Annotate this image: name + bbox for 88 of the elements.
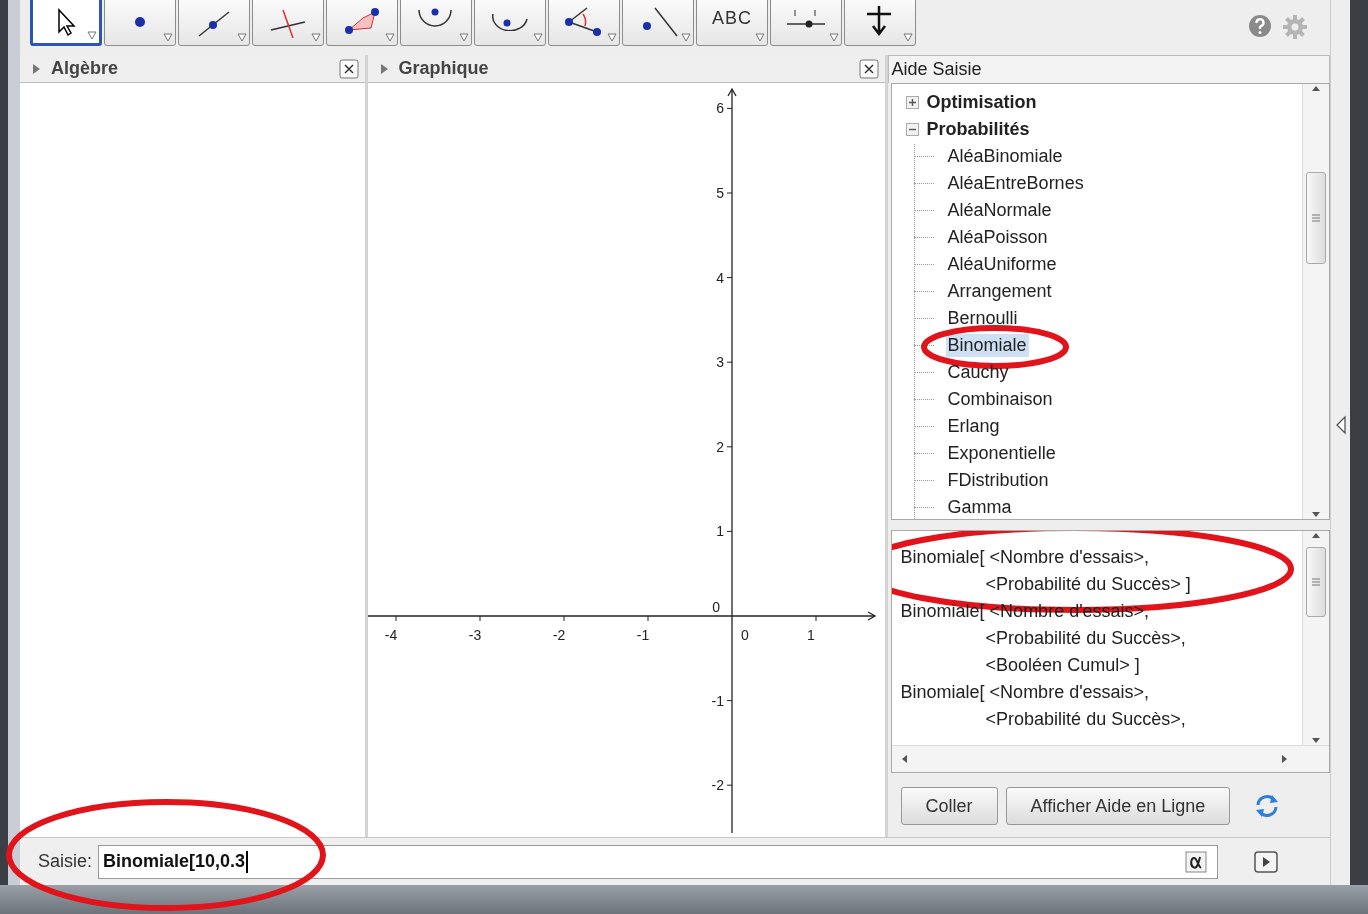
grip-icon xyxy=(1312,578,1320,586)
refresh-icon[interactable] xyxy=(1254,793,1281,819)
tool-button[interactable] xyxy=(30,0,102,46)
tree-item[interactable]: Gamma xyxy=(945,496,1014,519)
tick-label: -3 xyxy=(468,627,481,643)
ellipse-icon xyxy=(491,13,529,31)
tree-item[interactable]: AléaNormale xyxy=(945,199,1054,222)
tick-label: -4 xyxy=(384,627,397,643)
tick-label: 0 xyxy=(740,627,749,643)
scrollbar[interactable] xyxy=(1302,84,1329,519)
tree-item[interactable]: Cauchy xyxy=(945,361,1011,384)
tick-label: 1 xyxy=(715,523,724,540)
play-icon[interactable] xyxy=(1254,850,1279,873)
input-label: Saisie: xyxy=(38,851,93,872)
dropdown-triangle-icon xyxy=(311,33,321,42)
alpha-keyboard-icon[interactable] xyxy=(1185,850,1208,873)
tick-label: -2 xyxy=(552,627,565,643)
dropdown-triangle-icon xyxy=(607,33,617,42)
tick-label: 2 xyxy=(715,438,724,455)
help-icon[interactable] xyxy=(1248,14,1272,38)
tree-item[interactable]: Erlang xyxy=(945,415,1002,438)
tool-button[interactable] xyxy=(844,0,916,46)
input-field[interactable]: Binomiale[10,0.3 xyxy=(98,844,1219,879)
tree-item[interactable]: AléaPoisson xyxy=(945,226,1050,249)
help-button[interactable]: Coller xyxy=(900,787,998,825)
scrollbar[interactable] xyxy=(891,745,1329,772)
tree-category[interactable]: Optimisation xyxy=(922,92,1037,113)
text-cursor xyxy=(246,850,249,873)
tick-label: -1 xyxy=(636,627,649,643)
dropdown-triangle-icon xyxy=(385,33,395,42)
dropdown-triangle-icon xyxy=(87,31,97,40)
syntax-line: <Probabilité du Succès>, xyxy=(984,708,1186,731)
syntax-line: Binomiale[ <Nombre d'essais>, xyxy=(900,546,1151,569)
close-icon[interactable] xyxy=(338,58,359,79)
tree-item[interactable]: Arrangement xyxy=(945,280,1054,303)
tool-button[interactable] xyxy=(178,0,250,46)
dropdown-triangle-icon xyxy=(903,33,913,42)
scroll-right-icon[interactable] xyxy=(1281,754,1289,764)
dropdown-triangle-icon xyxy=(533,33,543,42)
panel-title: Graphique xyxy=(398,58,490,79)
collapse-triangle-icon[interactable] xyxy=(379,62,389,75)
tick-label: -1 xyxy=(711,692,724,709)
scroll-up-icon[interactable] xyxy=(1311,531,1321,539)
tick-label: 5 xyxy=(715,185,724,201)
scroll-down-icon[interactable] xyxy=(1311,511,1321,519)
tick-label: 3 xyxy=(715,354,724,371)
collapse-icon[interactable] xyxy=(905,123,919,136)
tree-item[interactable]: Binomiale xyxy=(945,334,1029,357)
tool-button[interactable] xyxy=(474,0,546,46)
tool-button[interactable] xyxy=(622,0,694,46)
tick-label: -2 xyxy=(711,777,724,794)
tick-label: 4 xyxy=(715,269,724,286)
syntax-line: <Probabilité du Succès> ] xyxy=(984,573,1191,596)
syntax-line: Binomiale[ <Nombre d'essais>, xyxy=(900,681,1151,704)
dropdown-triangle-icon xyxy=(163,33,173,42)
tree-item[interactable]: AléaUniforme xyxy=(945,253,1059,276)
tool-button[interactable] xyxy=(400,0,472,46)
close-icon[interactable] xyxy=(858,58,879,79)
tool-button[interactable] xyxy=(326,0,398,46)
tick-label: 6 xyxy=(715,100,724,117)
tick-label: 1 xyxy=(806,627,815,643)
collapse-triangle-icon[interactable] xyxy=(32,62,41,75)
point-icon xyxy=(134,16,146,28)
help-button[interactable]: Afficher Aide en Ligne xyxy=(1005,787,1231,825)
dropdown-triangle-icon xyxy=(829,33,839,42)
grip-icon xyxy=(1312,214,1320,222)
dropdown-triangle-icon xyxy=(681,33,691,42)
tree-item[interactable]: Combinaison xyxy=(945,388,1055,411)
tree-item[interactable]: Bernoulli xyxy=(945,307,1020,330)
tool-button[interactable]: ABC xyxy=(696,0,768,46)
dropdown-triangle-icon xyxy=(237,33,247,42)
tree-item[interactable]: Exponentielle xyxy=(945,442,1058,465)
dropdown-triangle-icon xyxy=(459,33,469,42)
tick-label: 0 xyxy=(711,599,720,615)
panel-title: Aide Saisie xyxy=(887,55,1330,83)
dropdown-triangle-icon xyxy=(755,33,765,42)
scrollbar[interactable] xyxy=(1302,531,1329,745)
tool-button[interactable] xyxy=(548,0,620,46)
tree-item[interactable]: AléaEntreBornes xyxy=(945,172,1086,195)
tool-button[interactable] xyxy=(104,0,176,46)
panel-title: Algèbre xyxy=(51,58,120,79)
expand-icon[interactable] xyxy=(905,96,919,109)
expand-left-icon[interactable] xyxy=(1334,415,1347,435)
syntax-line: <Probabilité du Succès>, xyxy=(984,627,1186,650)
tree-category[interactable]: Probabilités xyxy=(922,119,1030,140)
syntax-line: <Booléen Cumul> ] xyxy=(984,654,1141,677)
tree-item[interactable]: FDistribution xyxy=(945,469,1051,492)
tree-item[interactable]: AléaBinomiale xyxy=(945,145,1065,168)
